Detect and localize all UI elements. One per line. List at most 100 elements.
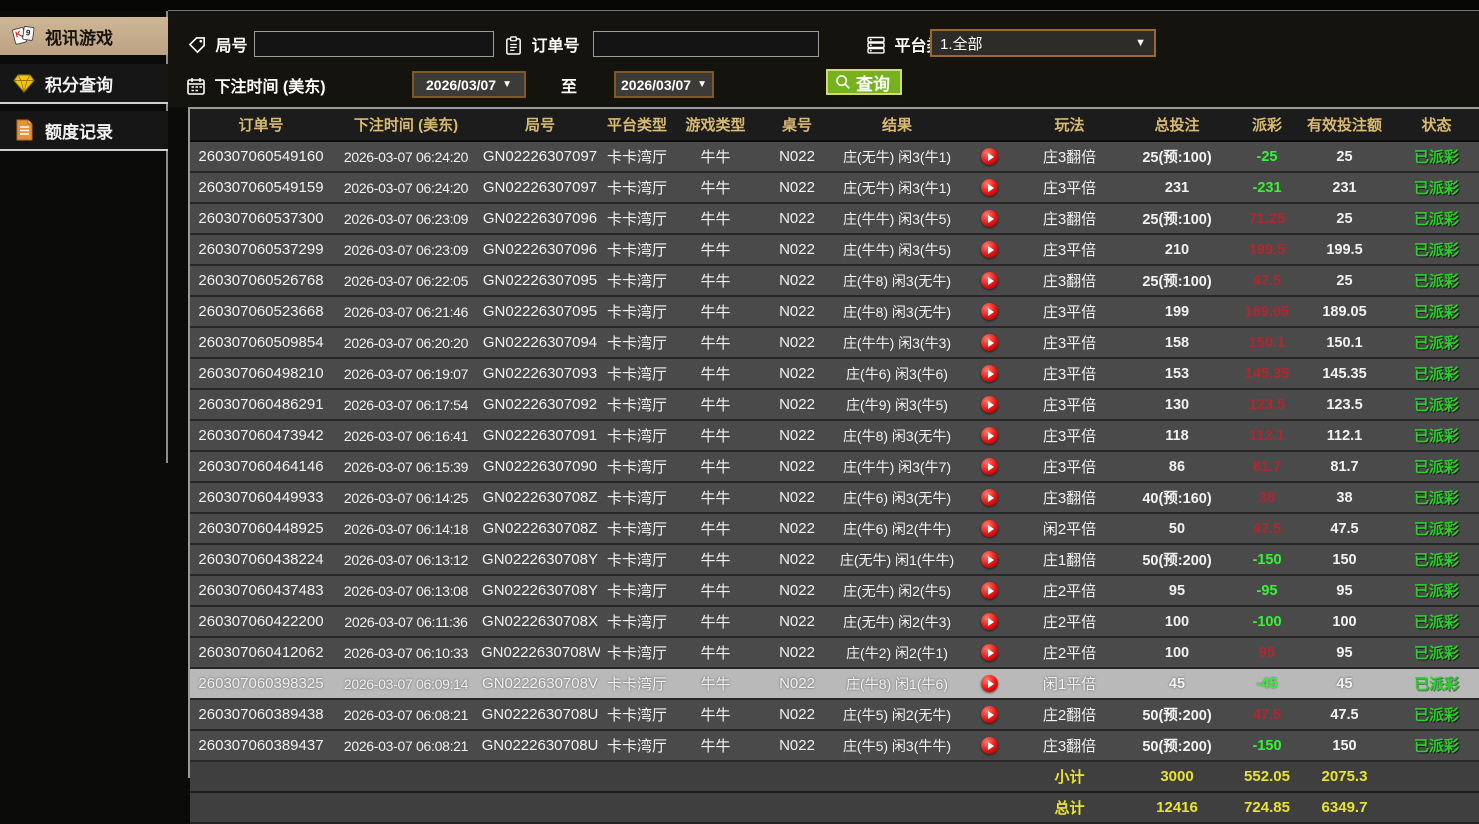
cell-bet: 25(预:100) <box>1117 142 1237 173</box>
cell-method: 庄3平倍 <box>1022 421 1117 452</box>
cell-round: GN0222630708X <box>480 607 600 638</box>
replay-button[interactable] <box>981 427 998 444</box>
cell-status: 已派彩 <box>1392 669 1479 700</box>
cell-table_no: N022 <box>757 359 837 390</box>
table-row[interactable]: 2603070605373002026-03-07 06:23:09GN0222… <box>190 204 1479 235</box>
date-to-picker[interactable]: 2026/03/07 ▼ <box>614 71 714 98</box>
platform-type-icon <box>866 35 886 55</box>
order-no-input[interactable] <box>593 31 819 57</box>
cell-order: 260307060526768 <box>190 266 332 297</box>
replay-button[interactable] <box>981 644 998 661</box>
replay-button[interactable] <box>981 520 998 537</box>
replay-button[interactable] <box>981 179 998 196</box>
cell-result: 庄(牛6) 闲3(牛6) <box>837 359 957 390</box>
table-row[interactable]: 2603070605236682026-03-07 06:21:46GN0222… <box>190 297 1479 328</box>
cell-valid: 25 <box>1297 142 1392 173</box>
cell-payout: 47.5 <box>1237 266 1297 297</box>
cell-game: 牛牛 <box>674 266 757 297</box>
sidebar-item-video-games[interactable]: K 9 视讯游戏 <box>0 17 168 55</box>
cell-table_no: N022 <box>757 607 837 638</box>
table-row[interactable]: 2603070605491592026-03-07 06:24:20GN0222… <box>190 173 1479 204</box>
table-row[interactable]: 2603070605098542026-03-07 06:20:20GN0222… <box>190 328 1479 359</box>
tag-icon <box>188 36 207 55</box>
cell-status: 已派彩 <box>1392 452 1479 483</box>
cell-platform: 卡卡湾厅 <box>600 359 674 390</box>
round-no-input[interactable] <box>254 31 494 57</box>
replay-button[interactable] <box>981 303 998 320</box>
table-row[interactable]: 2603070604739422026-03-07 06:16:41GN0222… <box>190 421 1479 452</box>
replay-button[interactable] <box>981 210 998 227</box>
platform-select[interactable]: 1.全部 ▼ <box>930 29 1156 57</box>
table-row[interactable]: 2603070603983252026-03-07 06:09:14GN0222… <box>190 669 1479 700</box>
table-row[interactable]: 2603070604374832026-03-07 06:13:08GN0222… <box>190 576 1479 607</box>
table-row[interactable]: 2603070604641462026-03-07 06:15:39GN0222… <box>190 452 1479 483</box>
column-header-play <box>957 109 1022 142</box>
cell-method: 庄3平倍 <box>1022 173 1117 204</box>
cell-round: GN0222630708Y <box>480 576 600 607</box>
replay-button[interactable] <box>981 148 998 165</box>
cell-platform: 卡卡湾厅 <box>600 731 674 762</box>
cell-payout: -231 <box>1237 173 1297 204</box>
table-row[interactable]: 2603070603894372026-03-07 06:08:21GN0222… <box>190 731 1479 762</box>
date-from-picker[interactable]: 2026/03/07 ▼ <box>412 71 526 98</box>
replay-button[interactable] <box>981 582 998 599</box>
cell-result: 庄(牛9) 闲3(牛5) <box>837 390 957 421</box>
cell-game: 牛牛 <box>674 638 757 669</box>
table-row[interactable]: 2603070604499332026-03-07 06:14:25GN0222… <box>190 483 1479 514</box>
cell-round: GN02226307095 <box>480 266 600 297</box>
table-row[interactable]: 2603070604382242026-03-07 06:13:12GN0222… <box>190 545 1479 576</box>
table-row[interactable]: 2603070604982102026-03-07 06:19:07GN0222… <box>190 359 1479 390</box>
sidebar-item-points-query[interactable]: 积分查询 <box>0 64 168 102</box>
cell-payout: -150 <box>1237 545 1297 576</box>
replay-button[interactable] <box>981 737 998 754</box>
cell-result: 庄(牛牛) 闲3(牛3) <box>837 328 957 359</box>
table-row[interactable]: 2603070605491602026-03-07 06:24:20GN0222… <box>190 142 1479 173</box>
search-button[interactable]: 查询 <box>826 69 902 95</box>
table-row[interactable]: 2603070604120622026-03-07 06:10:33GN0222… <box>190 638 1479 669</box>
table-row[interactable]: 2603070604862912026-03-07 06:17:54GN0222… <box>190 390 1479 421</box>
cell-method: 闲2平倍 <box>1022 514 1117 545</box>
replay-button[interactable] <box>981 241 998 258</box>
cell-platform: 卡卡湾厅 <box>600 390 674 421</box>
cell-time: 2026-03-07 06:19:07 <box>332 359 480 390</box>
cell-result: 庄(牛8) 闲3(无牛) <box>837 421 957 452</box>
cell-payout: 150.1 <box>1237 328 1297 359</box>
cell-round: GN0222630708V <box>480 669 600 700</box>
replay-button[interactable] <box>981 458 998 475</box>
replay-button[interactable] <box>981 613 998 630</box>
replay-button[interactable] <box>981 334 998 351</box>
table-row[interactable]: 2603070604489252026-03-07 06:14:18GN0222… <box>190 514 1479 545</box>
cell-time: 2026-03-07 06:08:21 <box>332 731 480 762</box>
summary-empty-cell <box>600 793 674 824</box>
table-row[interactable]: 2603070605267682026-03-07 06:22:05GN0222… <box>190 266 1479 297</box>
cell-order: 260307060448925 <box>190 514 332 545</box>
cell-order: 260307060549159 <box>190 173 332 204</box>
sidebar-item-quota-records[interactable]: 额度记录 <box>0 111 168 149</box>
cell-bet: 50(预:200) <box>1117 700 1237 731</box>
replay-button[interactable] <box>981 675 998 692</box>
cell-platform: 卡卡湾厅 <box>600 669 674 700</box>
records-table: 订单号下注时间 (美东)局号平台类型游戏类型桌号结果玩法总投注派彩有效投注额状态… <box>190 109 1479 824</box>
replay-button[interactable] <box>981 551 998 568</box>
table-row[interactable]: 2603070604222002026-03-07 06:11:36GN0222… <box>190 607 1479 638</box>
cell-platform: 卡卡湾厅 <box>600 607 674 638</box>
cell-order: 260307060422200 <box>190 607 332 638</box>
replay-button[interactable] <box>981 365 998 382</box>
summary-total-bet: 12416 <box>1117 793 1237 824</box>
cell-result: 庄(牛牛) 闲3(牛5) <box>837 204 957 235</box>
cell-order: 260307060438224 <box>190 545 332 576</box>
column-header-platform: 平台类型 <box>600 109 674 142</box>
cell-table_no: N022 <box>757 545 837 576</box>
cell-table_no: N022 <box>757 328 837 359</box>
table-row[interactable]: 2603070603894382026-03-07 06:08:21GN0222… <box>190 700 1479 731</box>
cell-table_no: N022 <box>757 700 837 731</box>
table-header-row: 订单号下注时间 (美东)局号平台类型游戏类型桌号结果玩法总投注派彩有效投注额状态 <box>190 109 1479 142</box>
cell-bet: 50(预:200) <box>1117 731 1237 762</box>
replay-button[interactable] <box>981 272 998 289</box>
table-row[interactable]: 2603070605372992026-03-07 06:23:09GN0222… <box>190 235 1479 266</box>
replay-button[interactable] <box>981 396 998 413</box>
date-from-value: 2026/03/07 <box>426 77 496 93</box>
replay-button[interactable] <box>981 489 998 506</box>
replay-button[interactable] <box>981 706 998 723</box>
cell-round: GN0222630708Z <box>480 483 600 514</box>
